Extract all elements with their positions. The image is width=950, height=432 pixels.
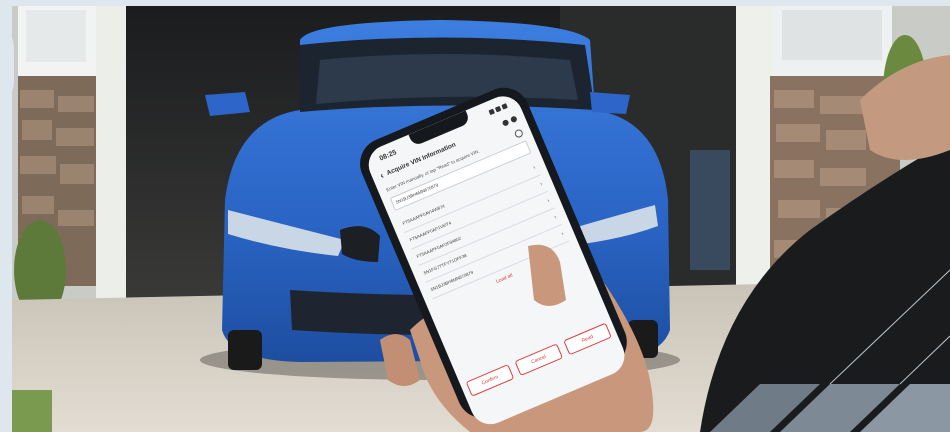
thumb-overlay	[528, 244, 566, 306]
photo-scene: 08:25 ‹ Acquire VIN Information Enter VI…	[0, 0, 950, 432]
